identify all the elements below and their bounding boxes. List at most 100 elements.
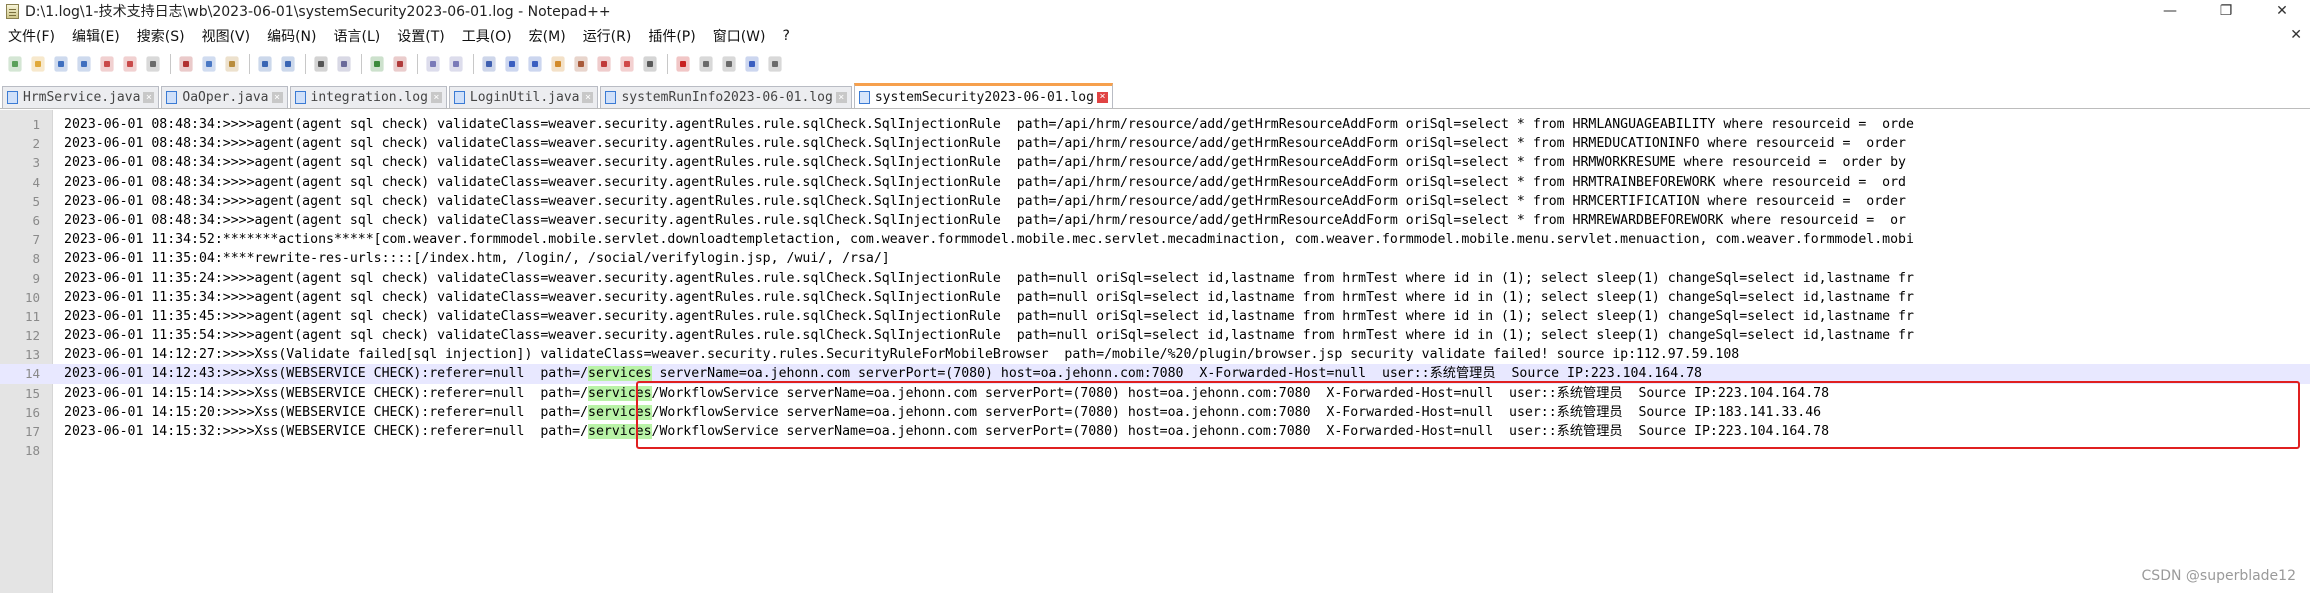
- close-all-icon[interactable]: [121, 55, 139, 73]
- editor-line[interactable]: 1 2023-06-01 08:48:34:>>>>agent(agent sql…: [0, 115, 2310, 134]
- folder-workspace-icon[interactable]: [618, 55, 636, 73]
- replace-icon[interactable]: [335, 55, 353, 73]
- file-tab-icon: [166, 91, 178, 104]
- close-tab-icon[interactable]: ×: [271, 92, 283, 103]
- line-text: 2023-06-01 08:48:34:>>>>agent(agent sql …: [64, 212, 1906, 228]
- file-tab[interactable]: OaOper.java ×: [161, 86, 288, 108]
- line-number: 2: [32, 136, 40, 152]
- play-macro-icon[interactable]: [720, 55, 738, 73]
- editor-line[interactable]: 15 2023-06-01 14:15:14:>>>>Xss(WEBSERVICE…: [0, 384, 2310, 403]
- doc-map-icon[interactable]: [572, 55, 590, 73]
- menu-window[interactable]: 窗口(W): [705, 26, 775, 46]
- watermark: CSDN @superblade12: [2141, 568, 2296, 584]
- file-tab[interactable]: HrmService.java ×: [2, 86, 160, 108]
- minimize-button[interactable]: —: [2142, 0, 2198, 22]
- editor-text[interactable]: 1 2023-06-01 08:48:34:>>>>agent(agent sql…: [0, 115, 2310, 460]
- editor-line[interactable]: 14 2023-06-01 14:12:43:>>>>Xss(WEBSERVICE…: [0, 364, 2310, 384]
- editor-line[interactable]: 16 2023-06-01 14:15:20:>>>>Xss(WEBSERVICE…: [0, 403, 2310, 422]
- menu-search[interactable]: 搜索(S): [129, 26, 194, 46]
- search-match-highlight: services: [588, 366, 652, 382]
- redo-icon[interactable]: [279, 55, 297, 73]
- file-tab[interactable]: LoginUtil.java ×: [448, 86, 599, 108]
- close-document-icon[interactable]: ✕: [2290, 27, 2302, 43]
- menu-language[interactable]: 语言(L): [326, 26, 390, 46]
- line-text: 2023-06-01 08:48:34:>>>>agent(agent sql …: [64, 117, 1914, 132]
- editor-line[interactable]: 11 2023-06-01 11:35:45:>>>>agent(agent sq…: [0, 307, 2310, 326]
- close-tab-icon[interactable]: ×: [1096, 91, 1108, 103]
- line-number: 13: [24, 347, 40, 363]
- indent-guide-icon[interactable]: [526, 55, 544, 73]
- file-tab[interactable]: systemSecurity2023-06-01.log ×: [853, 83, 1113, 108]
- close-tab-icon[interactable]: ×: [582, 92, 594, 103]
- save-macro-icon[interactable]: [766, 55, 784, 73]
- copy-icon[interactable]: [200, 55, 218, 73]
- menu-encoding[interactable]: 编码(N): [259, 26, 325, 46]
- editor-line[interactable]: 18: [0, 441, 2310, 460]
- user-language-icon[interactable]: [549, 55, 567, 73]
- close-tab-icon[interactable]: ×: [835, 92, 847, 103]
- menu-settings[interactable]: 设置(T): [389, 26, 453, 46]
- search-match-highlight: services: [588, 385, 652, 401]
- undo-icon[interactable]: [256, 55, 274, 73]
- line-number: 18: [24, 443, 40, 459]
- toolbar-separator: [361, 54, 362, 74]
- sync-vertical-icon[interactable]: [424, 55, 442, 73]
- editor-line[interactable]: 4 2023-06-01 08:48:34:>>>>agent(agent sql…: [0, 173, 2310, 192]
- editor-line[interactable]: 2 2023-06-01 08:48:34:>>>>agent(agent sql…: [0, 134, 2310, 153]
- file-tab-label: integration.log: [310, 90, 428, 105]
- toolbar-separator: [305, 54, 306, 74]
- menu-tools[interactable]: 工具(O): [454, 26, 521, 46]
- close-button[interactable]: ✕: [2254, 0, 2310, 22]
- sync-horizontal-icon[interactable]: [447, 55, 465, 73]
- menu-macro[interactable]: 宏(M): [521, 26, 575, 46]
- editor-line[interactable]: 10 2023-06-01 11:35:34:>>>>agent(agent sq…: [0, 288, 2310, 307]
- editor-line[interactable]: 5 2023-06-01 08:48:34:>>>>agent(agent sql…: [0, 192, 2310, 211]
- zoom-out-icon[interactable]: [391, 55, 409, 73]
- line-number: 16: [24, 404, 40, 420]
- run-macro-multiple-icon[interactable]: [743, 55, 761, 73]
- editor-line[interactable]: 7 2023-06-01 11:34:52:*******actions*****…: [0, 230, 2310, 249]
- monitoring-icon[interactable]: [641, 55, 659, 73]
- line-text: 2023-06-01 08:48:34:>>>>agent(agent sql …: [64, 136, 1906, 152]
- menu-view[interactable]: 视图(V): [194, 26, 260, 46]
- menu-edit[interactable]: 编辑(E): [64, 26, 129, 46]
- close-file-icon[interactable]: [98, 55, 116, 73]
- stop-record-icon[interactable]: [697, 55, 715, 73]
- new-file-icon[interactable]: [6, 55, 24, 73]
- editor-line[interactable]: 17 2023-06-01 14:15:32:>>>>Xss(WEBSERVICE…: [0, 422, 2310, 441]
- save-icon[interactable]: [52, 55, 70, 73]
- open-file-icon[interactable]: [29, 55, 47, 73]
- editor-line[interactable]: 9 2023-06-01 11:35:24:>>>>agent(agent sql…: [0, 269, 2310, 288]
- show-all-chars-icon[interactable]: [503, 55, 521, 73]
- zoom-in-icon[interactable]: [368, 55, 386, 73]
- find-icon[interactable]: [312, 55, 330, 73]
- menu-help[interactable]: ?: [775, 28, 799, 44]
- menu-bar: 文件(F) 编辑(E) 搜索(S) 视图(V) 编码(N) 语言(L) 设置(T…: [0, 24, 2310, 48]
- file-tab[interactable]: integration.log ×: [289, 86, 447, 108]
- line-number: 14: [24, 366, 40, 382]
- maximize-button[interactable]: ❐: [2198, 0, 2254, 22]
- record-macro-icon[interactable]: [674, 55, 692, 73]
- editor-line[interactable]: 13 2023-06-01 14:12:27:>>>>Xss(Validate f…: [0, 345, 2310, 364]
- cut-icon[interactable]: [177, 55, 195, 73]
- word-wrap-icon[interactable]: [480, 55, 498, 73]
- menu-plugins[interactable]: 插件(P): [640, 26, 704, 46]
- editor-line[interactable]: 8 2023-06-01 11:35:04:****rewrite-res-url…: [0, 249, 2310, 268]
- menu-file[interactable]: 文件(F): [0, 26, 64, 46]
- paste-icon[interactable]: [223, 55, 241, 73]
- menu-run[interactable]: 运行(R): [575, 26, 641, 46]
- close-tab-icon[interactable]: ×: [143, 92, 155, 103]
- editor-line[interactable]: 3 2023-06-01 08:48:34:>>>>agent(agent sql…: [0, 153, 2310, 172]
- save-all-icon[interactable]: [75, 55, 93, 73]
- file-tab[interactable]: systemRunInfo2023-06-01.log ×: [600, 86, 852, 108]
- editor-line[interactable]: 6 2023-06-01 08:48:34:>>>>agent(agent sql…: [0, 211, 2310, 230]
- function-list-icon[interactable]: [595, 55, 613, 73]
- editor-pane[interactable]: 1 2023-06-01 08:48:34:>>>>agent(agent sql…: [0, 110, 2310, 593]
- line-number: 4: [32, 174, 40, 190]
- close-tab-icon[interactable]: ×: [430, 92, 442, 103]
- editor-line[interactable]: 12 2023-06-01 11:35:54:>>>>agent(agent sq…: [0, 326, 2310, 345]
- print-icon[interactable]: [144, 55, 162, 73]
- line-text: 2023-06-01 14:12:43:>>>>Xss(WEBSERVICE C…: [64, 366, 1702, 382]
- toolbar-separator: [170, 54, 171, 74]
- window-controls: — ❐ ✕: [2142, 0, 2310, 22]
